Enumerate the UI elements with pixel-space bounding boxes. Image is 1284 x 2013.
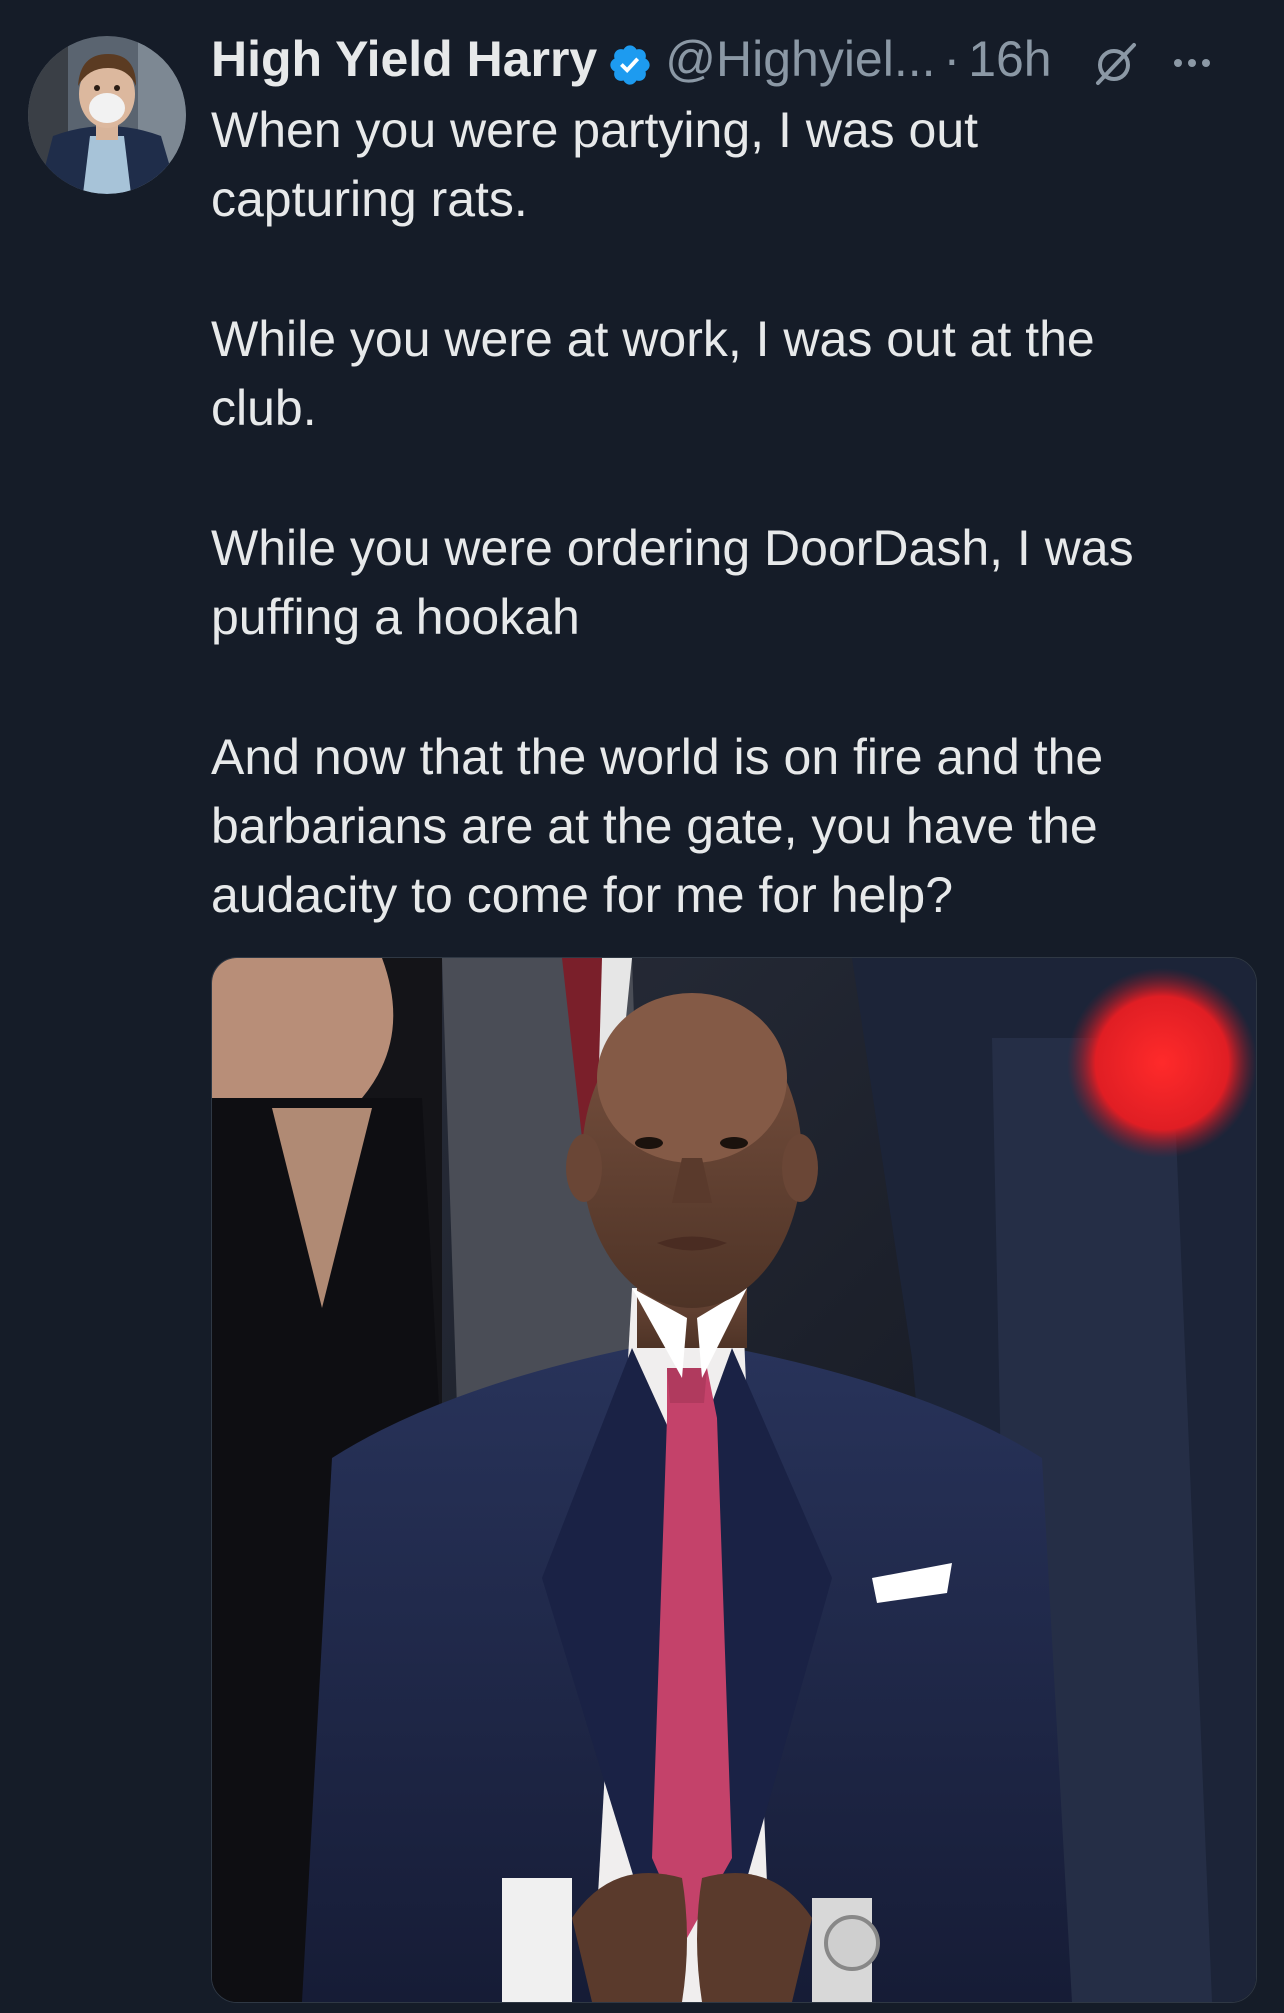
tweet-body: When you were partying, I was out captur… <box>211 96 1261 930</box>
tweet-paragraph: While you were ordering DoorDash, I was … <box>211 520 1134 645</box>
author-avatar[interactable] <box>28 36 186 194</box>
tweet-media-photo[interactable] <box>211 957 1257 2003</box>
author-handle[interactable]: @Highyiel... <box>665 24 935 94</box>
separator-dot: · <box>943 31 961 87</box>
tweet-paragraph: While you were at work, I was out at the… <box>211 311 1095 436</box>
author-display-name[interactable]: High Yield Harry <box>211 24 597 94</box>
tweet[interactable]: High Yield Harry @Highyiel... · 16h When… <box>0 0 1284 2013</box>
avatar-image <box>28 36 186 194</box>
timestamp[interactable]: 16h <box>968 24 1051 94</box>
more-icon[interactable] <box>1168 35 1216 83</box>
tweet-header: High Yield Harry @Highyiel... · 16h <box>211 24 1261 94</box>
photo-image <box>212 958 1256 2002</box>
tweet-paragraph: And now that the world is on fire and th… <box>211 729 1104 923</box>
tweet-paragraph: When you were partying, I was out captur… <box>211 102 979 227</box>
verified-badge-icon[interactable] <box>607 36 653 85</box>
grok-icon[interactable] <box>1092 35 1140 85</box>
